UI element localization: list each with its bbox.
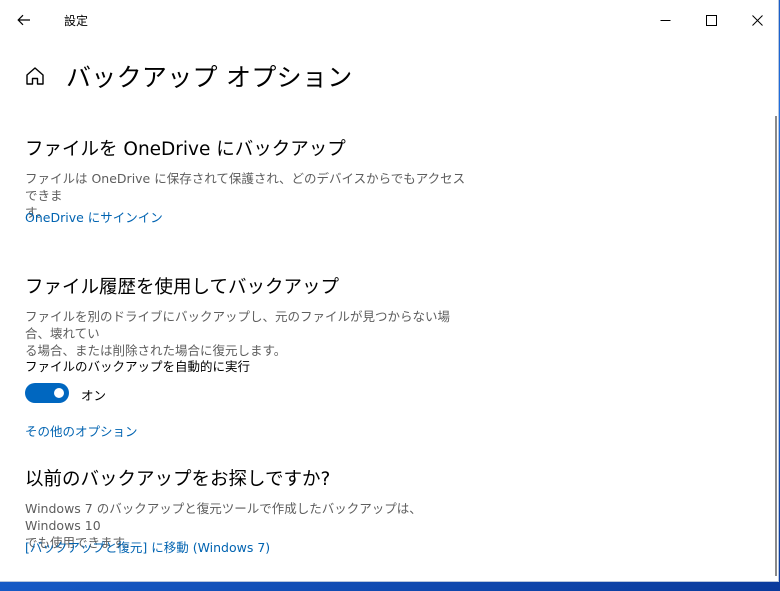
close-icon xyxy=(751,14,763,26)
page-title: バックアップ オプション xyxy=(66,63,353,92)
file-history-heading: ファイル履歴を使用してバックアップ xyxy=(25,277,339,298)
page-header: バックアップ オプション xyxy=(24,58,353,94)
auto-backup-toggle[interactable] xyxy=(25,383,69,403)
older-backup-heading: 以前のバックアップをお探しですか? xyxy=(25,469,331,490)
home-icon[interactable] xyxy=(24,65,46,87)
file-history-desc-line1: ファイルを別のドライブにバックアップし、元のファイルが見つからない場合、壊れてい xyxy=(25,309,451,341)
maximize-button[interactable] xyxy=(688,4,734,36)
onedrive-desc-line1: ファイルは OneDrive に保存されて保護され、どのデバイスからでもアクセス… xyxy=(25,171,466,203)
maximize-icon xyxy=(705,14,717,26)
minimize-button[interactable] xyxy=(642,4,688,36)
close-button[interactable] xyxy=(734,4,780,36)
toggle-knob xyxy=(54,388,64,398)
backup-restore-link[interactable]: [バックアップと復元] に移動 (Windows 7) xyxy=(25,537,270,556)
vertical-scrollbar[interactable] xyxy=(775,116,777,576)
older-backup-desc-line1: Windows 7 のバックアップと復元ツールで作成したバックアップは、Wind… xyxy=(25,501,422,533)
minimize-icon xyxy=(660,19,670,21)
onedrive-heading: ファイルを OneDrive にバックアップ xyxy=(25,139,346,160)
settings-window: 設定 バックアップ オプション ファイルを OneDrive にバックアップ フ… xyxy=(0,0,779,582)
back-button[interactable] xyxy=(10,8,38,32)
auto-backup-label: ファイルのバックアップを自動的に実行 xyxy=(25,359,251,374)
title-bar: 設定 xyxy=(0,0,778,40)
more-options-link[interactable]: その他のオプション xyxy=(25,421,138,440)
app-title: 設定 xyxy=(64,14,89,28)
onedrive-signin-link[interactable]: OneDrive にサインイン xyxy=(25,207,163,226)
back-arrow-icon xyxy=(17,14,30,26)
toggle-state-label: オン xyxy=(81,388,107,403)
file-history-description: ファイルを別のドライブにバックアップし、元のファイルが見つからない場合、壊れてい… xyxy=(25,308,470,359)
